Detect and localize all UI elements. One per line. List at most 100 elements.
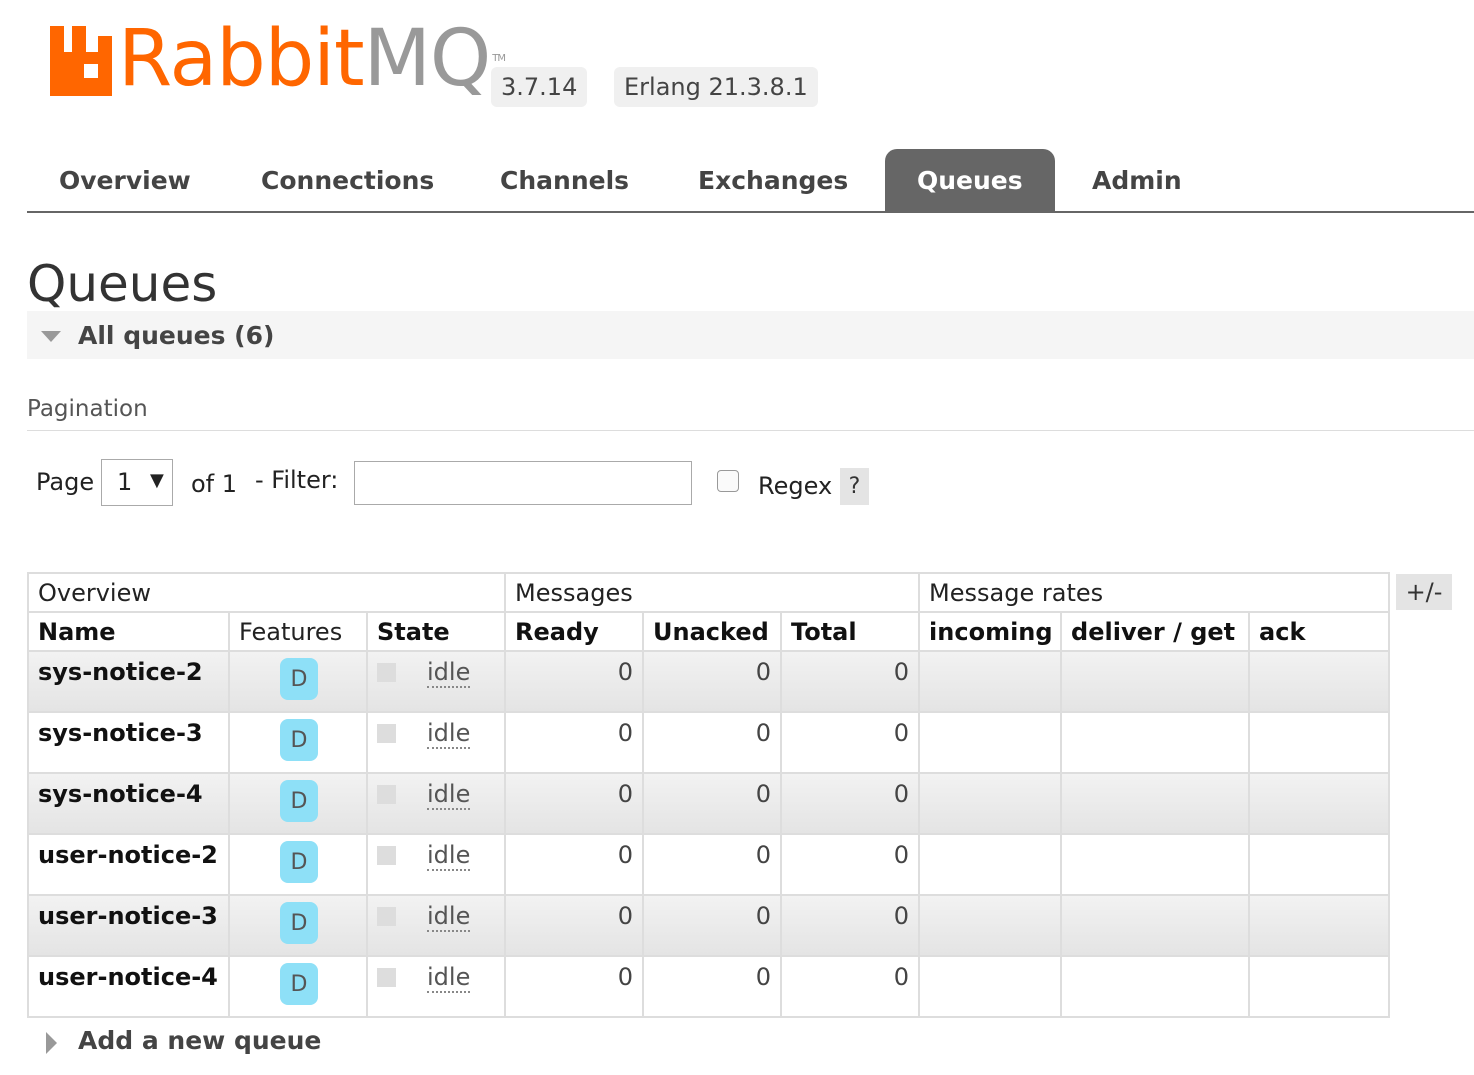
version-badge: 3.7.14 bbox=[491, 67, 588, 107]
rabbit-logo-icon bbox=[50, 26, 112, 96]
logo-rabbit-text: Rabbit bbox=[118, 14, 365, 104]
queue-name-link[interactable]: user-notice-3 bbox=[27, 894, 230, 957]
state-cell: idle bbox=[365, 955, 507, 1018]
state-cell: idle bbox=[365, 833, 507, 896]
total-count: 0 bbox=[780, 650, 921, 713]
incoming-rate bbox=[918, 650, 1063, 713]
rabbitmq-logo[interactable]: RabbitMQ TM bbox=[50, 20, 506, 104]
page-select-value: 1 bbox=[117, 468, 133, 496]
logo-trademark: TM bbox=[492, 53, 506, 64]
tab-queues[interactable]: Queues bbox=[885, 149, 1055, 211]
table-row: user-notice-3 Didle 0 0 0 bbox=[27, 894, 1391, 957]
pagination-heading: Pagination bbox=[27, 396, 148, 422]
column-header-state[interactable]: State bbox=[365, 611, 507, 652]
queue-name-link[interactable]: sys-notice-4 bbox=[27, 772, 230, 835]
logo-mq-text: MQ bbox=[363, 14, 492, 104]
collapse-triangle-icon bbox=[41, 331, 61, 342]
divider bbox=[27, 430, 1474, 431]
table-row: user-notice-4 Didle 0 0 0 bbox=[27, 955, 1391, 1018]
incoming-rate bbox=[918, 772, 1063, 835]
expand-triangle-icon bbox=[46, 1032, 57, 1054]
column-header-unacked[interactable]: Unacked bbox=[642, 611, 783, 652]
ack-rate bbox=[1248, 772, 1391, 835]
page-select[interactable]: 1 ▼ bbox=[101, 459, 173, 506]
queue-name-link[interactable]: user-notice-4 bbox=[27, 955, 230, 1018]
page-count-label: of 1 bbox=[191, 470, 238, 498]
main-nav: Overview Connections Channels Exchanges … bbox=[27, 149, 1474, 213]
group-header-message-rates: Message rates bbox=[918, 572, 1391, 613]
deliver-get-rate bbox=[1060, 650, 1251, 713]
ack-rate bbox=[1248, 955, 1391, 1018]
total-count: 0 bbox=[780, 711, 921, 774]
ack-rate bbox=[1248, 894, 1391, 957]
ready-count: 0 bbox=[504, 955, 645, 1018]
state-label: idle bbox=[427, 902, 471, 932]
total-count: 0 bbox=[780, 894, 921, 957]
state-indicator-icon bbox=[377, 785, 396, 804]
table-row: sys-notice-4 Didle 0 0 0 bbox=[27, 772, 1391, 835]
incoming-rate bbox=[918, 711, 1063, 774]
tab-admin[interactable]: Admin bbox=[1060, 149, 1214, 211]
column-header-ack[interactable]: ack bbox=[1248, 611, 1391, 652]
unacked-count: 0 bbox=[642, 955, 783, 1018]
queue-name-link[interactable]: sys-notice-3 bbox=[27, 711, 230, 774]
state-label: idle bbox=[427, 780, 471, 810]
page-label: Page bbox=[36, 468, 95, 496]
all-queues-section-toggle[interactable]: All queues (6) bbox=[27, 311, 1474, 359]
group-header-messages: Messages bbox=[504, 572, 921, 613]
erlang-version-badge: Erlang 21.3.8.1 bbox=[614, 67, 818, 107]
features-cell: D bbox=[228, 955, 368, 1018]
deliver-get-rate bbox=[1060, 955, 1251, 1018]
section-title: All queues (6) bbox=[78, 321, 275, 350]
tab-exchanges[interactable]: Exchanges bbox=[666, 149, 880, 211]
durable-badge: D bbox=[280, 963, 318, 1005]
ready-count: 0 bbox=[504, 772, 645, 835]
state-indicator-icon bbox=[377, 907, 396, 926]
deliver-get-rate bbox=[1060, 833, 1251, 896]
queue-name-link[interactable]: sys-notice-2 bbox=[27, 650, 230, 713]
total-count: 0 bbox=[780, 955, 921, 1018]
filter-input[interactable] bbox=[354, 461, 692, 505]
column-header-incoming[interactable]: incoming bbox=[918, 611, 1063, 652]
state-indicator-icon bbox=[377, 968, 396, 987]
column-toggle-button[interactable]: +/- bbox=[1396, 574, 1452, 610]
total-count: 0 bbox=[780, 772, 921, 835]
durable-badge: D bbox=[280, 658, 318, 700]
state-cell: idle bbox=[365, 711, 507, 774]
column-header-features: Features bbox=[228, 611, 368, 652]
features-cell: D bbox=[228, 894, 368, 957]
features-cell: D bbox=[228, 833, 368, 896]
column-header-ready[interactable]: Ready bbox=[504, 611, 645, 652]
tab-connections[interactable]: Connections bbox=[229, 149, 466, 211]
state-indicator-icon bbox=[377, 724, 396, 743]
page-title: Queues bbox=[27, 255, 218, 313]
incoming-rate bbox=[918, 955, 1063, 1018]
logo-wordmark: RabbitMQ TM bbox=[118, 20, 506, 98]
filter-label: - Filter: bbox=[255, 466, 339, 494]
table-row: sys-notice-3 Didle 0 0 0 bbox=[27, 711, 1391, 774]
tab-channels[interactable]: Channels bbox=[468, 149, 661, 211]
unacked-count: 0 bbox=[642, 711, 783, 774]
column-header-deliver-get[interactable]: deliver / get bbox=[1060, 611, 1251, 652]
state-label: idle bbox=[427, 658, 471, 688]
unacked-count: 0 bbox=[642, 650, 783, 713]
durable-badge: D bbox=[280, 719, 318, 761]
state-cell: idle bbox=[365, 894, 507, 957]
regex-checkbox[interactable] bbox=[717, 470, 739, 492]
group-header-overview: Overview bbox=[26, 572, 507, 613]
durable-badge: D bbox=[280, 902, 318, 944]
features-cell: D bbox=[228, 772, 368, 835]
column-header-total[interactable]: Total bbox=[780, 611, 921, 652]
durable-badge: D bbox=[280, 780, 318, 822]
regex-help-button[interactable]: ? bbox=[840, 468, 869, 505]
queue-name-link[interactable]: user-notice-2 bbox=[27, 833, 230, 896]
features-cell: D bbox=[228, 650, 368, 713]
deliver-get-rate bbox=[1060, 894, 1251, 957]
state-indicator-icon bbox=[377, 663, 396, 682]
state-indicator-icon bbox=[377, 846, 396, 865]
deliver-get-rate bbox=[1060, 711, 1251, 774]
column-header-name[interactable]: Name bbox=[27, 611, 230, 652]
incoming-rate bbox=[918, 894, 1063, 957]
tab-overview[interactable]: Overview bbox=[27, 149, 223, 211]
ready-count: 0 bbox=[504, 711, 645, 774]
